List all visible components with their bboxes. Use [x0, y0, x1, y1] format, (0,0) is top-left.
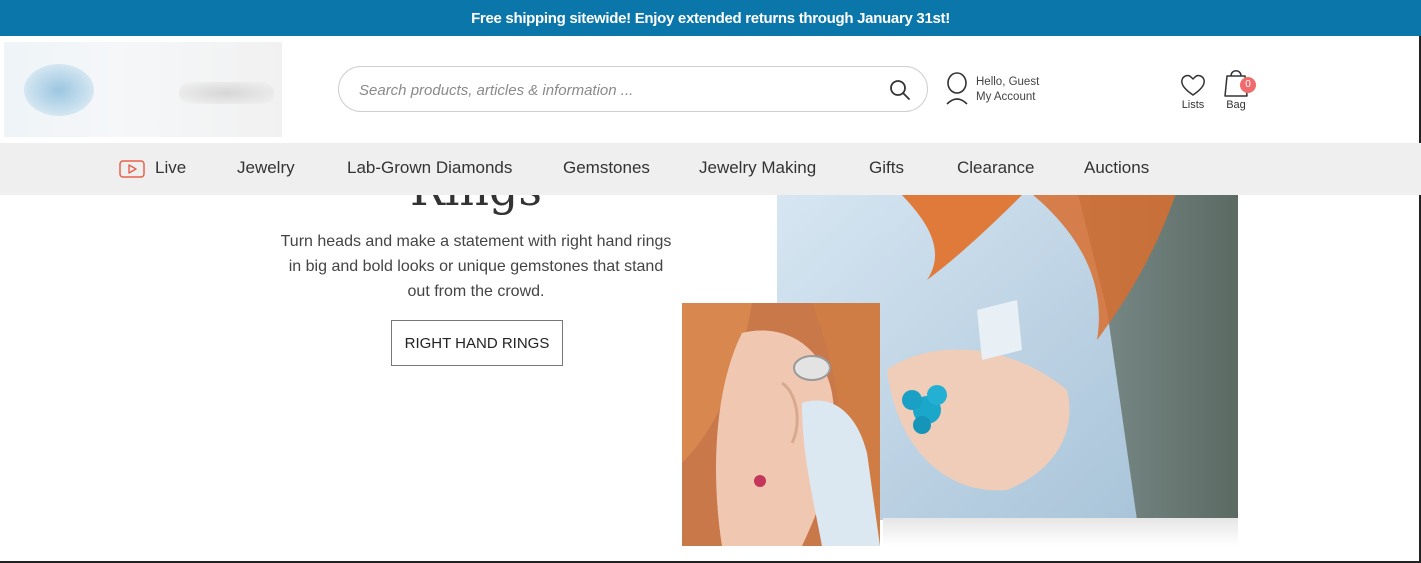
nav-item-live[interactable]: Live: [155, 158, 186, 178]
image-shadow: [883, 518, 1238, 546]
search-icon[interactable]: [889, 79, 911, 101]
nav-item-gemstones[interactable]: Gemstones: [563, 158, 650, 178]
nav-item-auctions[interactable]: Auctions: [1084, 158, 1149, 178]
bag-label: Bag: [1226, 99, 1246, 111]
promo-text: Free shipping sitewide! Enjoy extended r…: [471, 9, 950, 27]
nav-item-gifts[interactable]: Gifts: [869, 158, 904, 178]
nav-item-clearance[interactable]: Clearance: [957, 158, 1035, 178]
main-navigation: Live Jewelry Lab-Grown Diamonds Gemstone…: [0, 143, 1421, 195]
account-menu[interactable]: Hello, Guest My Account: [944, 72, 1084, 108]
logo-wordmark: [179, 82, 274, 104]
lists-button[interactable]: Lists: [1174, 68, 1212, 114]
nav-item-jewelry-making[interactable]: Jewelry Making: [699, 158, 816, 178]
play-icon[interactable]: [119, 160, 145, 178]
secondary-photo-art: [682, 303, 880, 546]
image-spacer: [682, 190, 777, 303]
nav-item-jewelry[interactable]: Jewelry: [237, 158, 295, 178]
promo-banner[interactable]: Free shipping sitewide! Enjoy extended r…: [0, 0, 1421, 36]
site-logo[interactable]: [4, 42, 282, 137]
account-greeting: Hello, Guest: [976, 76, 1040, 88]
heart-icon: [1181, 74, 1205, 96]
lists-label: Lists: [1181, 99, 1205, 111]
site-header: Hello, Guest My Account Lists 0 Bag: [0, 36, 1421, 143]
account-label: My Account: [976, 91, 1036, 103]
account-icon: [946, 72, 968, 105]
search-bar: [338, 66, 928, 112]
logo-mark: [24, 64, 94, 116]
nav-item-lab-grown-diamonds[interactable]: Lab-Grown Diamonds: [347, 158, 512, 178]
hero-description: Turn heads and make a statement with rig…: [280, 233, 672, 300]
bag-count-badge: 0: [1240, 77, 1256, 93]
search-input[interactable]: [359, 79, 879, 101]
hero-image-secondary: [682, 303, 880, 546]
bag-button[interactable]: 0 Bag: [1218, 64, 1256, 114]
right-hand-rings-button[interactable]: RIGHT HAND RINGS: [391, 320, 563, 366]
